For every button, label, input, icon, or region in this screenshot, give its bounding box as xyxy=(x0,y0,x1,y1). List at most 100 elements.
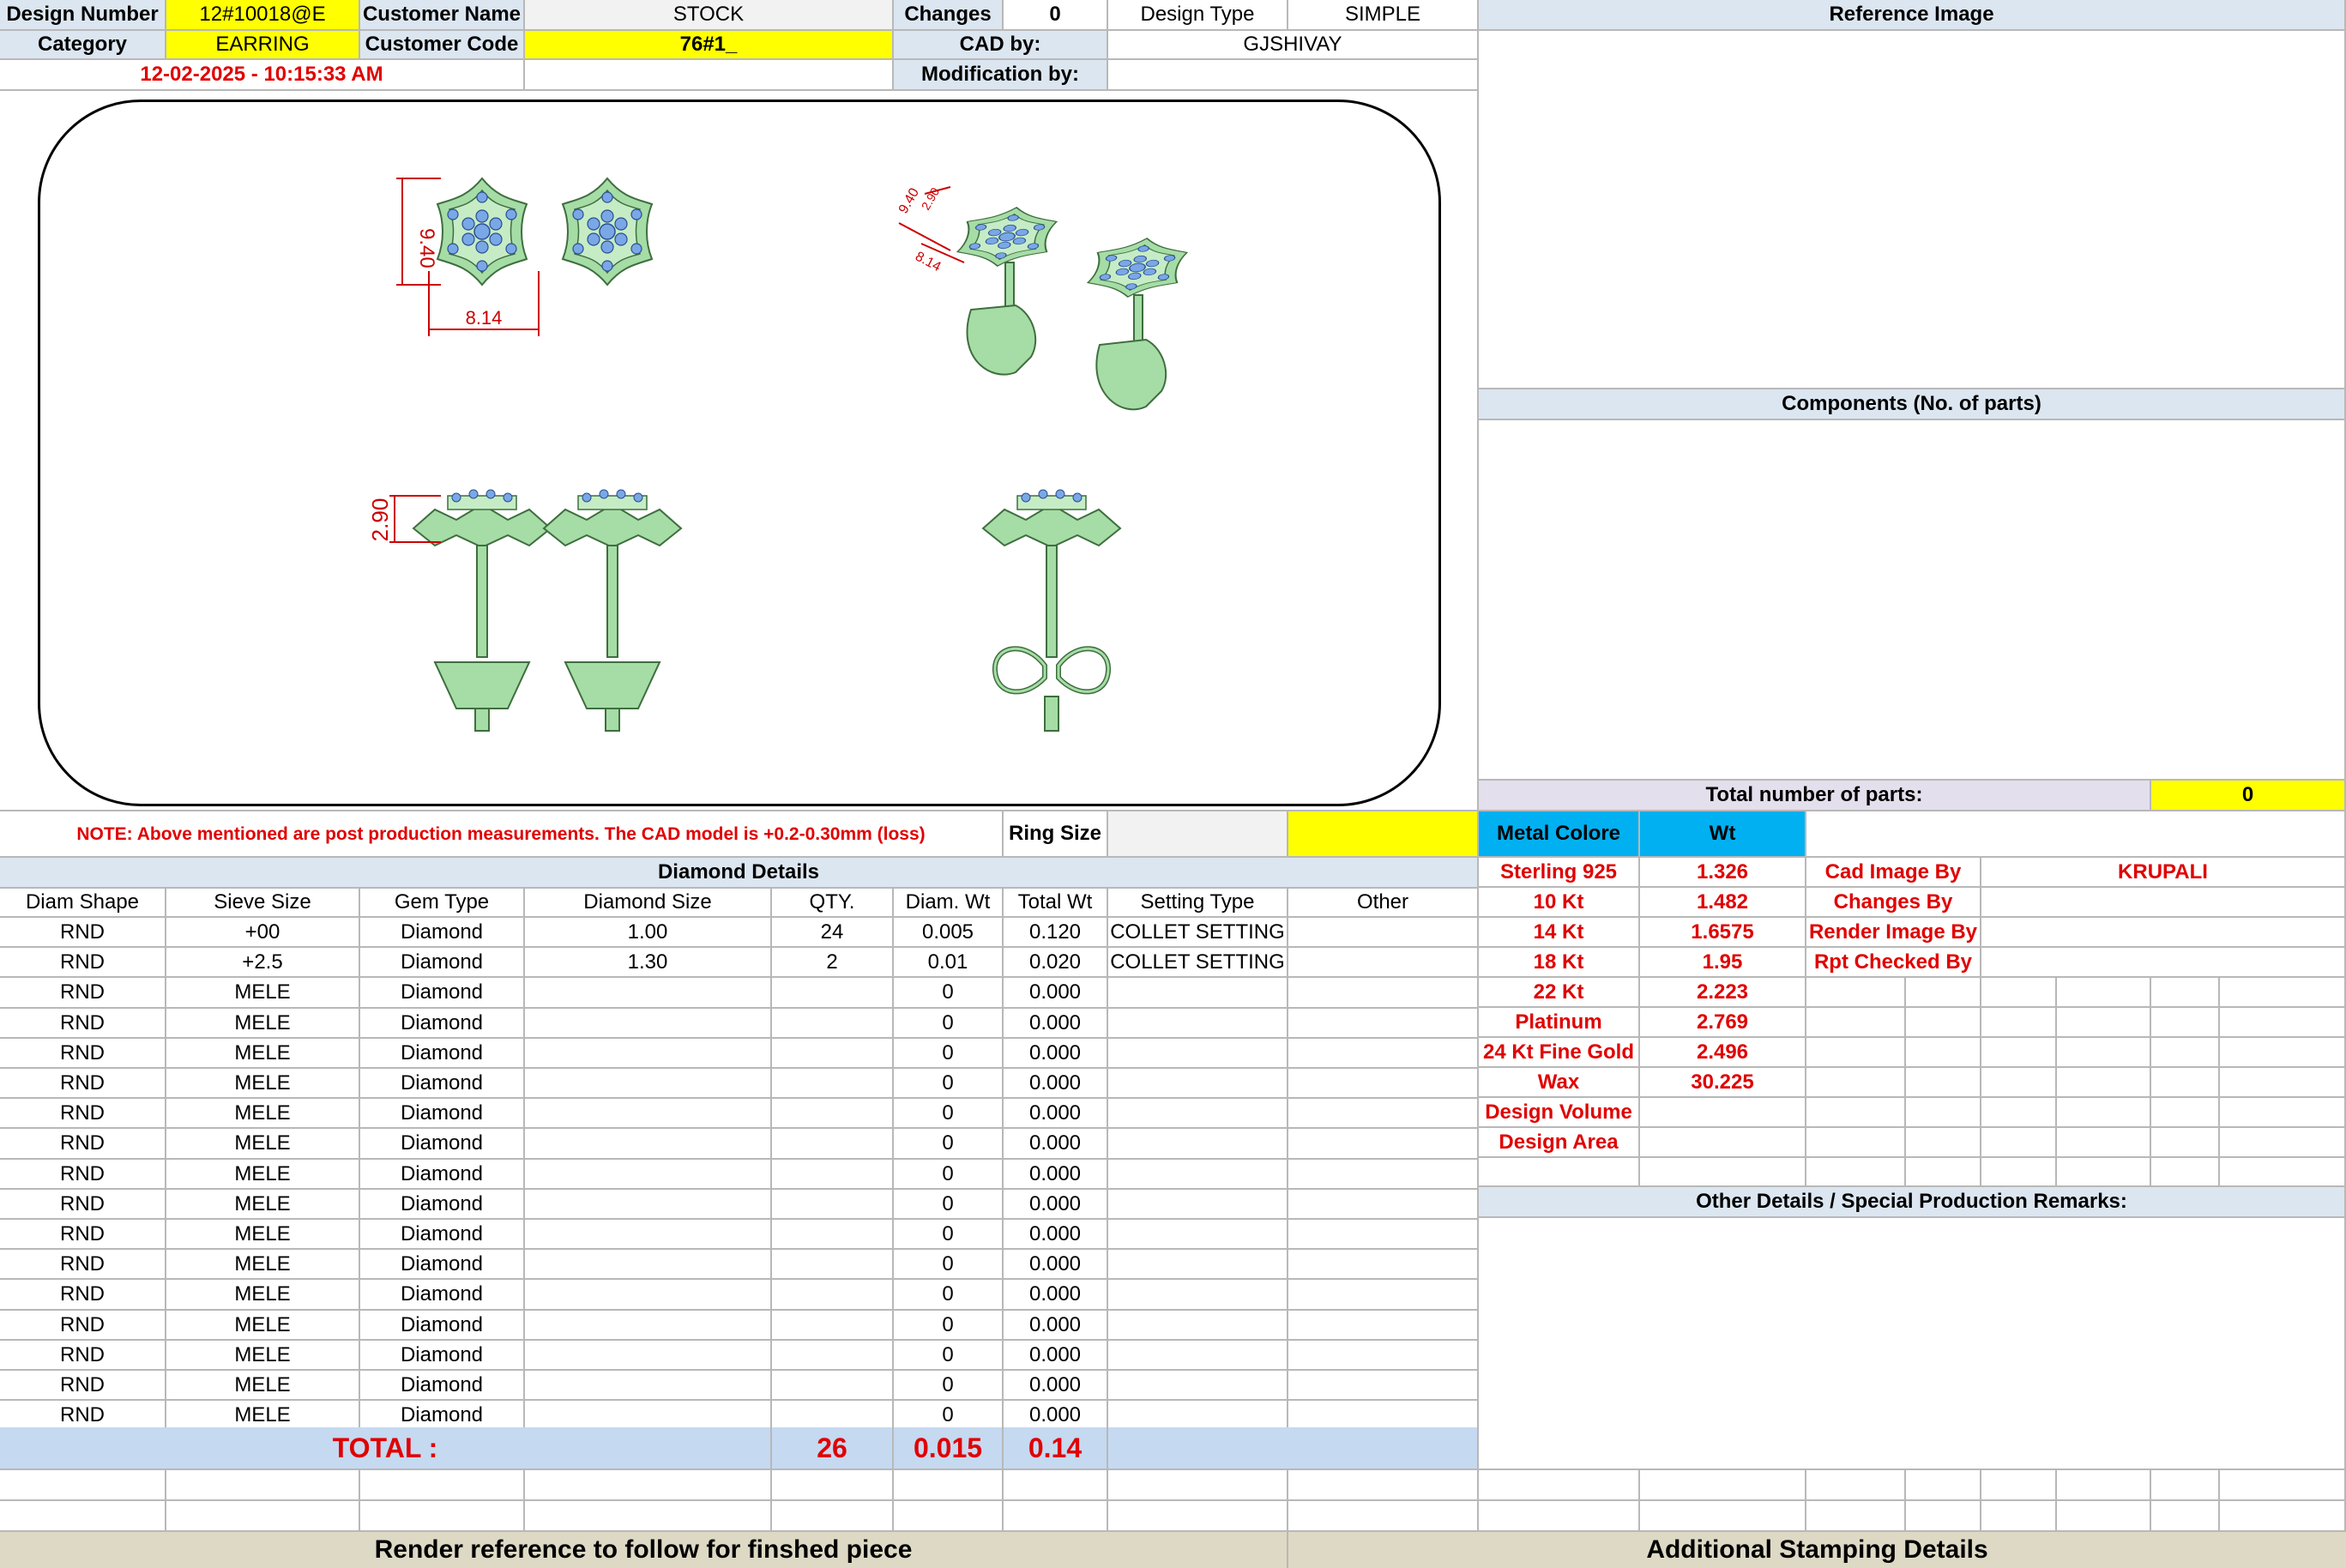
diamond-cell[interactable]: MELE xyxy=(166,1371,360,1401)
diamond-cell[interactable] xyxy=(525,1129,772,1160)
diamond-cell[interactable] xyxy=(1288,918,1479,948)
diamond-cell[interactable] xyxy=(525,1280,772,1311)
diamond-cell[interactable]: +00 xyxy=(166,918,360,948)
diamond-cell[interactable] xyxy=(772,1099,894,1129)
diamond-cell[interactable]: RND xyxy=(0,948,166,978)
diamond-cell[interactable]: 0.000 xyxy=(1004,1250,1108,1280)
diamond-cell[interactable]: MELE xyxy=(166,978,360,1009)
design-type-value[interactable]: SIMPLE xyxy=(1288,0,1479,31)
diamond-cell[interactable]: MELE xyxy=(166,1341,360,1371)
diamond-cell[interactable] xyxy=(525,1160,772,1190)
diamond-cell[interactable]: Diamond xyxy=(360,1341,525,1371)
diamond-cell[interactable]: 0.000 xyxy=(1004,1009,1108,1039)
diamond-cell[interactable]: 0.005 xyxy=(894,918,1004,948)
changes-value[interactable]: 0 xyxy=(1004,0,1108,31)
diamond-cell[interactable] xyxy=(1108,978,1288,1009)
diamond-cell[interactable] xyxy=(1108,1250,1288,1280)
diamond-cell[interactable] xyxy=(525,1311,772,1341)
diamond-cell[interactable]: RND xyxy=(0,1039,166,1069)
diamond-cell[interactable]: 1.00 xyxy=(525,918,772,948)
diamond-cell[interactable] xyxy=(1108,1160,1288,1190)
diamond-cell[interactable] xyxy=(772,1069,894,1099)
diamond-cell[interactable] xyxy=(525,1220,772,1250)
diamond-cell[interactable]: 0.000 xyxy=(1004,1069,1108,1099)
role-value[interactable] xyxy=(1981,948,2346,978)
diamond-cell[interactable]: RND xyxy=(0,1250,166,1280)
diamond-cell[interactable] xyxy=(1288,1160,1479,1190)
diamond-cell[interactable] xyxy=(772,1039,894,1069)
total-parts-value[interactable]: 0 xyxy=(2151,781,2346,811)
diamond-cell[interactable] xyxy=(1108,1311,1288,1341)
diamond-cell[interactable] xyxy=(1108,1009,1288,1039)
diamond-cell[interactable] xyxy=(772,1129,894,1160)
diamond-cell[interactable]: RND xyxy=(0,1371,166,1401)
diamond-cell[interactable] xyxy=(1108,1129,1288,1160)
diamond-cell[interactable] xyxy=(772,1250,894,1280)
diamond-cell[interactable]: MELE xyxy=(166,1280,360,1311)
role-value[interactable] xyxy=(1981,888,2346,918)
diamond-cell[interactable]: RND xyxy=(0,918,166,948)
diamond-cell[interactable] xyxy=(772,1401,894,1431)
diamond-cell[interactable]: Diamond xyxy=(360,1160,525,1190)
diamond-cell[interactable]: Diamond xyxy=(360,918,525,948)
diamond-cell[interactable]: RND xyxy=(0,1009,166,1039)
diamond-cell[interactable]: Diamond xyxy=(360,948,525,978)
diamond-cell[interactable]: 0.000 xyxy=(1004,1099,1108,1129)
diamond-cell[interactable]: 24 xyxy=(772,918,894,948)
diamond-cell[interactable]: COLLET SETTING xyxy=(1108,948,1288,978)
diamond-cell[interactable]: 0 xyxy=(894,1311,1004,1341)
diamond-cell[interactable] xyxy=(1108,1341,1288,1371)
diamond-cell[interactable] xyxy=(772,978,894,1009)
diamond-cell[interactable]: Diamond xyxy=(360,1371,525,1401)
diamond-cell[interactable] xyxy=(1288,1341,1479,1371)
diamond-cell[interactable] xyxy=(525,1401,772,1431)
ring-size-value[interactable] xyxy=(1108,811,1288,858)
diamond-cell[interactable]: 0.000 xyxy=(1004,1039,1108,1069)
diamond-cell[interactable] xyxy=(1108,1190,1288,1220)
diamond-cell[interactable]: 0.020 xyxy=(1004,948,1108,978)
diamond-cell[interactable]: Diamond xyxy=(360,1099,525,1129)
diamond-cell[interactable]: RND xyxy=(0,1311,166,1341)
diamond-cell[interactable] xyxy=(1108,1220,1288,1250)
diamond-cell[interactable]: MELE xyxy=(166,1099,360,1129)
diamond-cell[interactable] xyxy=(772,1009,894,1039)
diamond-cell[interactable] xyxy=(1288,1220,1479,1250)
diamond-cell[interactable]: 0 xyxy=(894,1129,1004,1160)
diamond-cell[interactable]: Diamond xyxy=(360,1220,525,1250)
diamond-cell[interactable] xyxy=(1288,1129,1479,1160)
diamond-cell[interactable] xyxy=(1288,1039,1479,1069)
diamond-cell[interactable] xyxy=(772,1220,894,1250)
diamond-cell[interactable]: 0 xyxy=(894,1039,1004,1069)
diamond-cell[interactable]: 0.01 xyxy=(894,948,1004,978)
diamond-cell[interactable] xyxy=(1108,1371,1288,1401)
diamond-cell[interactable]: RND xyxy=(0,1099,166,1129)
diamond-cell[interactable]: MELE xyxy=(166,1129,360,1160)
diamond-cell[interactable]: MELE xyxy=(166,1220,360,1250)
diamond-cell[interactable] xyxy=(1288,1250,1479,1280)
diamond-cell[interactable]: Diamond xyxy=(360,1190,525,1220)
diamond-cell[interactable] xyxy=(525,1009,772,1039)
diamond-cell[interactable]: Diamond xyxy=(360,1129,525,1160)
diamond-cell[interactable]: 0.120 xyxy=(1004,918,1108,948)
diamond-cell[interactable] xyxy=(772,1280,894,1311)
diamond-cell[interactable] xyxy=(1288,1401,1479,1431)
diamond-cell[interactable]: 0 xyxy=(894,1009,1004,1039)
diamond-cell[interactable]: Diamond xyxy=(360,1401,525,1431)
design-number-value[interactable]: 12#10018@E xyxy=(166,0,360,31)
diamond-cell[interactable] xyxy=(525,1039,772,1069)
diamond-cell[interactable] xyxy=(772,1341,894,1371)
diamond-cell[interactable]: 0 xyxy=(894,1160,1004,1190)
diamond-cell[interactable]: 0.000 xyxy=(1004,1311,1108,1341)
diamond-cell[interactable]: RND xyxy=(0,1341,166,1371)
diamond-cell[interactable]: COLLET SETTING xyxy=(1108,918,1288,948)
diamond-cell[interactable]: MELE xyxy=(166,1160,360,1190)
diamond-cell[interactable]: MELE xyxy=(166,1190,360,1220)
diamond-cell[interactable]: RND xyxy=(0,1280,166,1311)
diamond-cell[interactable]: 0.000 xyxy=(1004,978,1108,1009)
diamond-cell[interactable]: RND xyxy=(0,1160,166,1190)
diamond-cell[interactable]: Diamond xyxy=(360,1039,525,1069)
diamond-cell[interactable] xyxy=(1288,1099,1479,1129)
diamond-cell[interactable] xyxy=(525,1069,772,1099)
customer-name-value[interactable]: STOCK xyxy=(525,0,894,31)
diamond-cell[interactable]: 0 xyxy=(894,1190,1004,1220)
